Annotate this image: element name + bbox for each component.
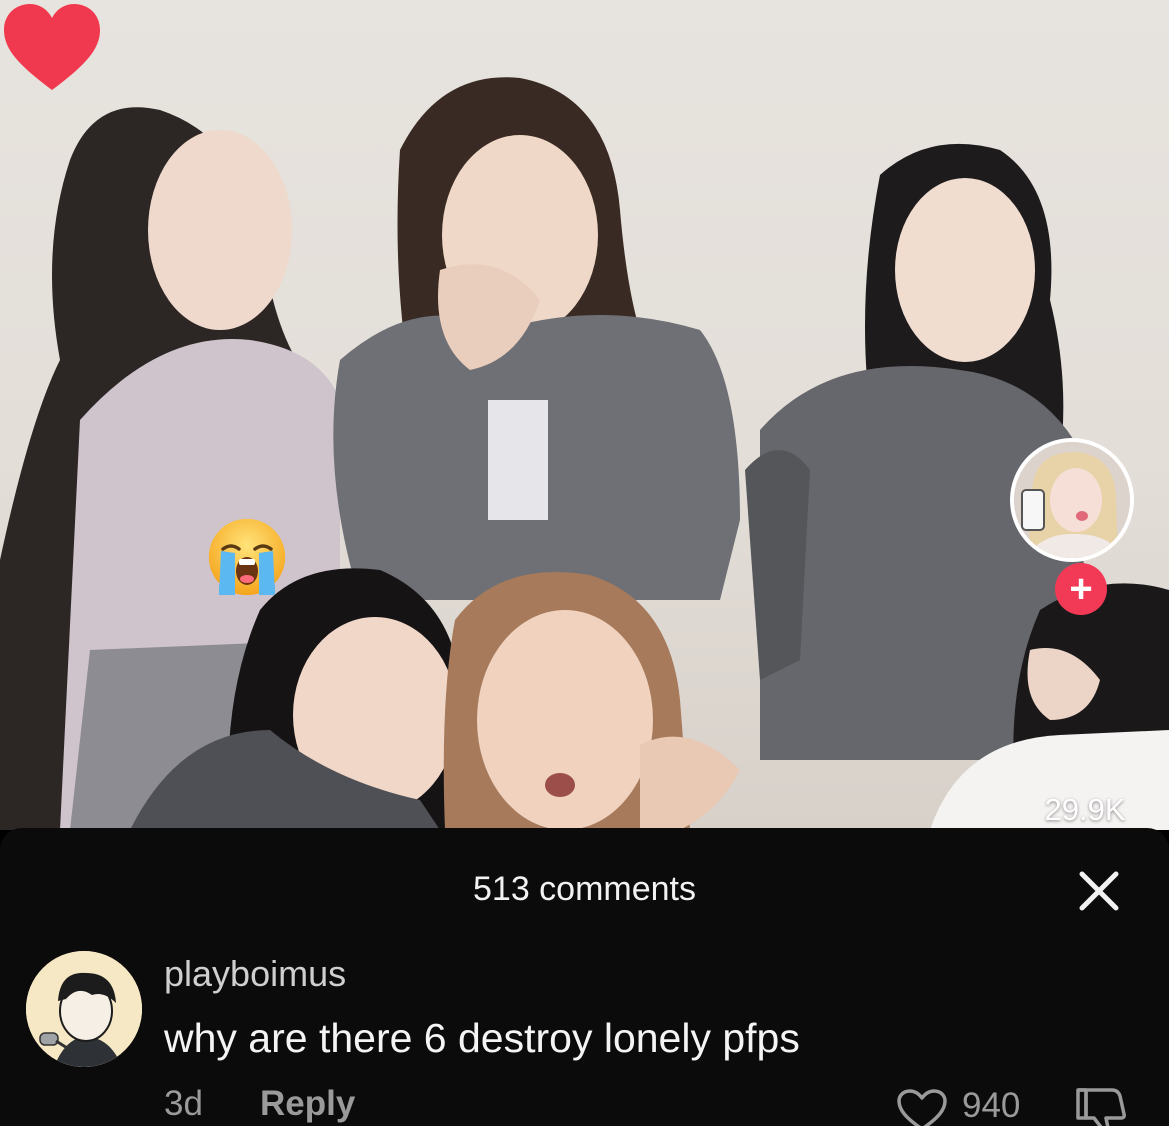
video-frame-image	[0, 77, 1169, 830]
like-heart-icon[interactable]	[0, 0, 104, 92]
comment-text: why are there 6 destroy lonely pfps	[164, 1015, 800, 1061]
creator-avatar-image	[1014, 442, 1130, 558]
reply-button[interactable]: Reply	[260, 1084, 355, 1124]
commenter-avatar-image	[26, 951, 142, 1067]
comment-username[interactable]: playboimus	[164, 953, 346, 995]
commenter-avatar[interactable]	[26, 951, 142, 1067]
video-player[interactable]: + 29.9K	[0, 0, 1169, 830]
person-front-middle	[443, 572, 740, 830]
creator-avatar[interactable]	[1010, 438, 1134, 562]
comments-count-title: 513 comments	[473, 870, 696, 908]
comment-like-heart-icon[interactable]	[896, 1088, 948, 1126]
dislike-thumb-icon[interactable]	[1072, 1084, 1132, 1126]
comments-sheet: 513 comments playboimus why are there 6 …	[0, 828, 1169, 1126]
loudly-crying-face-icon	[209, 519, 285, 595]
like-count: 29.9K	[1044, 792, 1126, 827]
comment-age: 3d	[164, 1084, 203, 1123]
follow-button[interactable]: +	[1055, 563, 1107, 615]
comment-like-count: 940	[962, 1086, 1021, 1125]
person-middle	[333, 77, 740, 600]
close-button[interactable]	[1072, 864, 1126, 918]
close-icon	[1079, 871, 1119, 911]
